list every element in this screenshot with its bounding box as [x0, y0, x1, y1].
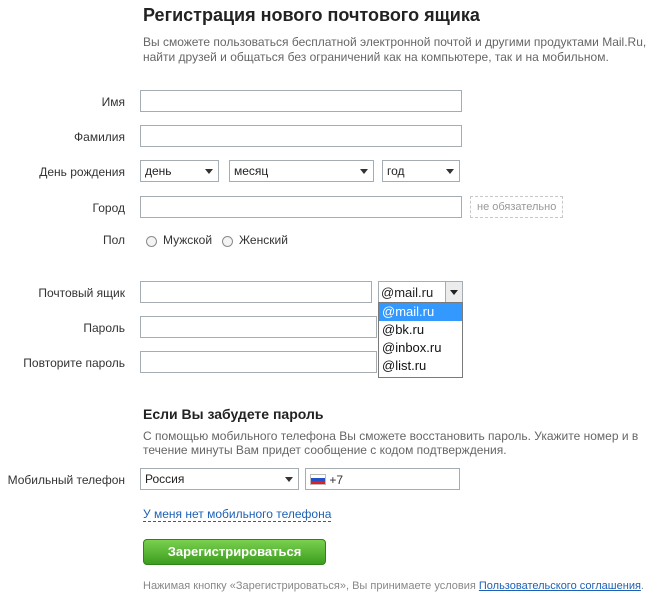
page-title: Регистрация нового почтового ящика: [143, 5, 480, 25]
register-button[interactable]: Зарегистрироваться: [143, 539, 326, 565]
chevron-down-icon: [446, 169, 454, 174]
gender-male-label[interactable]: Мужской: [163, 233, 212, 247]
recovery-description: С помощью мобильного телефона Вы сможете…: [143, 429, 639, 457]
gender-male-radio[interactable]: [146, 236, 157, 247]
chevron-down-icon: [360, 169, 368, 174]
domain-select[interactable]: @mail.ru: [378, 281, 463, 303]
last-name-label: Фамилия: [74, 130, 125, 144]
birth-month-select[interactable]: месяц: [229, 160, 374, 182]
last-name-field[interactable]: [140, 125, 462, 147]
city-label: Город: [92, 201, 125, 215]
country-select[interactable]: Россия: [140, 468, 299, 490]
chevron-down-icon: [450, 290, 458, 295]
phone-label: Мобильный телефон: [7, 473, 125, 487]
chevron-down-icon: [205, 169, 213, 174]
birth-day-value: день: [145, 164, 172, 178]
birth-year-value: год: [387, 164, 405, 178]
phone-field[interactable]: +7: [305, 468, 460, 490]
terms-text: Нажимая кнопку «Зарегистрироваться», Вы …: [143, 580, 644, 592]
optional-hint: не обязательно: [470, 196, 564, 218]
birth-day-select[interactable]: день: [140, 160, 219, 182]
birth-year-select[interactable]: год: [382, 160, 460, 182]
city-field[interactable]: [140, 196, 462, 218]
russia-flag-icon: [310, 474, 326, 486]
gender-label: Пол: [102, 233, 125, 247]
first-name-label: Имя: [101, 95, 125, 109]
domain-select-value: @mail.ru: [381, 285, 434, 300]
terms-link[interactable]: Пользовательского соглашения: [479, 580, 641, 592]
gender-female-label[interactable]: Женский: [239, 233, 288, 247]
terms-prefix: Нажимая кнопку «Зарегистрироваться», Вы …: [143, 580, 476, 592]
terms-end: .: [640, 580, 644, 592]
domain-option-inbox[interactable]: @inbox.ru: [379, 339, 462, 357]
password-field[interactable]: [140, 316, 377, 338]
country-value: Россия: [145, 472, 185, 486]
first-name-field[interactable]: [140, 90, 462, 112]
password-label: Пароль: [83, 321, 125, 335]
domain-option-bk[interactable]: @bk.ru: [379, 321, 462, 339]
chevron-down-icon: [285, 477, 293, 482]
gender-female-radio[interactable]: [222, 236, 233, 247]
recovery-heading: Если Вы забудете пароль: [143, 406, 324, 422]
domain-option-list[interactable]: @list.ru: [379, 357, 462, 375]
domain-option-mail[interactable]: @mail.ru: [379, 303, 462, 321]
birth-month-value: месяц: [234, 164, 269, 178]
repeat-password-field[interactable]: [140, 351, 377, 373]
mailbox-label: Почтовый ящик: [38, 286, 125, 300]
dropdown-button[interactable]: [445, 282, 462, 302]
repeat-password-label: Повторите пароль: [23, 356, 125, 370]
domain-dropdown-list: @mail.ru @bk.ru @inbox.ru @list.ru: [378, 302, 463, 378]
mailbox-field[interactable]: [140, 281, 372, 303]
page-description: Вы сможете пользоваться бесплатной элект…: [143, 35, 647, 64]
phone-prefix: +7: [329, 472, 344, 487]
no-phone-link[interactable]: У меня нет мобильного телефона: [143, 507, 332, 522]
birthday-label: День рождения: [39, 165, 125, 179]
